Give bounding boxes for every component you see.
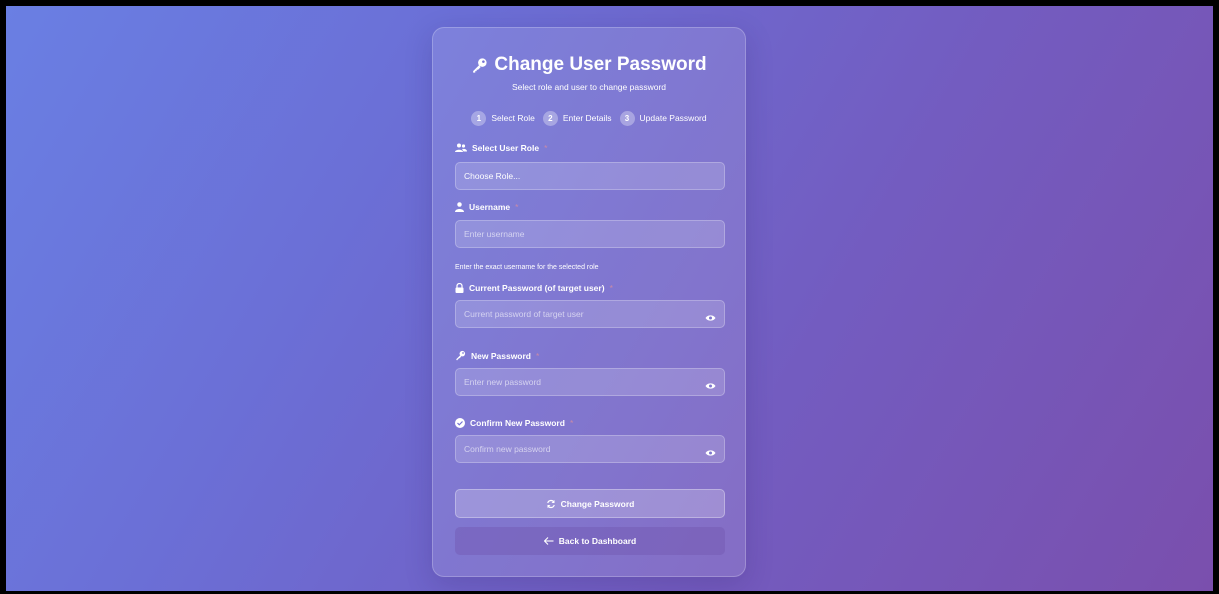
new-password-input[interactable]: Enter new password bbox=[455, 368, 725, 396]
key-icon bbox=[455, 350, 466, 361]
user-icon bbox=[455, 202, 464, 212]
required-marker: * bbox=[569, 418, 574, 428]
page-background: Change User Password Select role and use… bbox=[6, 6, 1213, 591]
role-select[interactable]: Choose Role... bbox=[455, 162, 725, 190]
eye-icon[interactable] bbox=[705, 382, 716, 390]
step-number: 3 bbox=[619, 110, 635, 126]
page-title-text: Change User Password bbox=[494, 54, 707, 75]
current-password-placeholder: Current password of target user bbox=[464, 309, 584, 319]
confirm-password-label-text: Confirm New Password bbox=[470, 418, 565, 428]
lock-icon bbox=[455, 283, 464, 293]
required-marker: * bbox=[536, 350, 540, 361]
new-password-label-text: New Password bbox=[471, 350, 531, 361]
key-icon bbox=[471, 57, 488, 74]
step-number: 1 bbox=[471, 110, 487, 126]
step-label: Select Role bbox=[491, 113, 535, 123]
users-icon bbox=[455, 143, 467, 153]
current-password-label: Current Password (of target user) * bbox=[455, 283, 613, 293]
required-marker: * bbox=[609, 283, 613, 293]
step-number: 2 bbox=[542, 110, 558, 126]
change-password-button[interactable]: Change Password bbox=[455, 489, 725, 518]
username-input[interactable]: Enter username bbox=[455, 220, 725, 248]
username-hint: Enter the exact username for the selecte… bbox=[455, 264, 599, 271]
page-subtitle: Select role and user to change password bbox=[511, 82, 667, 92]
arrow-left-icon bbox=[543, 537, 554, 545]
step-label: Update Password bbox=[639, 113, 707, 123]
eye-icon[interactable] bbox=[705, 449, 716, 457]
current-password-label-text: Current Password (of target user) bbox=[469, 283, 605, 293]
back-button-label: Back to Dashboard bbox=[558, 536, 637, 546]
check-circle-icon bbox=[455, 418, 465, 428]
confirm-password-input[interactable]: Confirm new password bbox=[455, 435, 725, 463]
role-label: Select User Role * bbox=[455, 143, 547, 153]
confirm-password-label: Confirm New Password * bbox=[455, 418, 573, 428]
change-password-button-label: Change Password bbox=[560, 498, 635, 509]
new-password-label: New Password * bbox=[455, 350, 539, 361]
eye-icon[interactable] bbox=[705, 314, 716, 322]
step-select-role: 1 Select Role bbox=[471, 110, 535, 126]
step-update-password: 3 Update Password bbox=[619, 110, 707, 126]
confirm-password-placeholder: Confirm new password bbox=[464, 444, 551, 454]
page-title: Change User Password bbox=[433, 50, 745, 80]
step-enter-details: 2 Enter Details bbox=[542, 110, 612, 126]
step-label: Enter Details bbox=[562, 113, 612, 123]
username-label: Username * bbox=[455, 202, 518, 212]
new-password-placeholder: Enter new password bbox=[464, 377, 542, 387]
change-password-card: Change User Password Select role and use… bbox=[432, 27, 746, 577]
step-indicator: 1 Select Role 2 Enter Details 3 Update P… bbox=[433, 110, 745, 126]
role-label-text: Select User Role bbox=[472, 143, 540, 153]
required-marker: * bbox=[515, 202, 519, 212]
refresh-icon bbox=[546, 499, 556, 509]
username-label-text: Username bbox=[469, 202, 511, 212]
required-marker: * bbox=[544, 143, 548, 153]
back-to-dashboard-button[interactable]: Back to Dashboard bbox=[455, 527, 725, 555]
current-password-input[interactable]: Current password of target user bbox=[455, 300, 725, 328]
